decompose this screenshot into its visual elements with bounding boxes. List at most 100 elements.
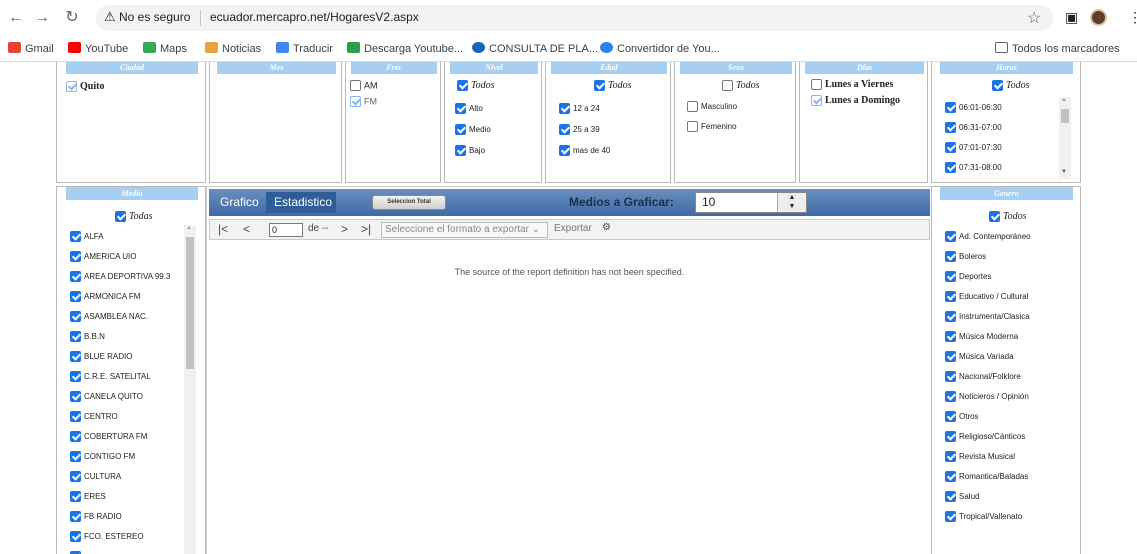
checkbox[interactable] [115, 211, 126, 223]
checkbox[interactable] [945, 391, 956, 402]
medio-item[interactable]: ERES [70, 491, 106, 502]
page-number-input[interactable]: 0 [269, 223, 303, 237]
genero-item[interactable]: Tropical/Vallenato [945, 511, 1022, 522]
checkbox[interactable] [350, 96, 361, 108]
refresh-icon[interactable]: ⚙ [602, 222, 611, 233]
medio-item[interactable]: CENTRO [70, 411, 118, 422]
genero-item[interactable]: Revista Musical [945, 451, 1015, 462]
medio-item[interactable]: ASAMBLEA NAC. [70, 311, 148, 322]
medio-item[interactable]: CANELA QUITO [70, 391, 143, 402]
scroll-up-icon[interactable]: ▲ [186, 225, 192, 231]
horas-item[interactable]: 07:01-07:30 [945, 142, 1002, 153]
forward-icon[interactable]: → [32, 8, 52, 28]
bookmark-star-icon[interactable]: ☆ [1027, 8, 1041, 28]
bookmark-traducir[interactable]: Traducir [276, 42, 333, 55]
edad-12-24[interactable]: 12 a 24 [559, 103, 600, 114]
sexo-todos[interactable]: Todos [722, 80, 760, 92]
checkbox[interactable] [945, 411, 956, 422]
medio-item[interactable]: CULTURA [70, 471, 121, 482]
checkbox[interactable] [457, 80, 468, 92]
reload-icon[interactable]: ↻ [62, 8, 82, 28]
checkbox[interactable] [811, 95, 822, 107]
medio-todas[interactable]: Todas [115, 211, 153, 223]
frec-am[interactable]: AM [350, 80, 378, 92]
scroll-thumb[interactable] [1061, 109, 1069, 123]
checkbox[interactable] [70, 391, 81, 402]
checkbox[interactable] [992, 80, 1003, 92]
edad-40-plus[interactable]: mas de 40 [559, 145, 610, 156]
last-page-icon[interactable]: >| [361, 222, 371, 236]
scroll-down-icon[interactable]: ▼ [1061, 169, 1067, 175]
checkbox[interactable] [945, 162, 956, 173]
url-text[interactable]: ecuador.mercapro.net/HogaresV2.aspx [210, 10, 419, 24]
checkbox[interactable] [945, 371, 956, 382]
checkbox[interactable] [945, 451, 956, 462]
scroll-thumb[interactable] [186, 237, 194, 369]
checkbox[interactable] [945, 142, 956, 153]
checkbox[interactable] [455, 124, 466, 135]
medio-item[interactable]: CONTIGO FM [70, 451, 135, 462]
profile-avatar[interactable] [1090, 9, 1107, 26]
checkbox[interactable] [945, 431, 956, 442]
medio-item[interactable]: C.R.E. SATELITAL [70, 371, 151, 382]
back-icon[interactable]: ← [6, 8, 26, 28]
bookmark-gmail[interactable]: Gmail [8, 42, 54, 55]
genero-item[interactable]: Noticieros / Opinión [945, 391, 1029, 402]
security-label[interactable]: No es seguro [119, 10, 190, 24]
medio-item[interactable]: FB RADIO [70, 511, 122, 522]
nivel-medio[interactable]: Medio [455, 124, 491, 135]
warning-icon[interactable]: ⚠ [104, 9, 116, 25]
checkbox[interactable] [559, 145, 570, 156]
frec-fm[interactable]: FM [350, 96, 377, 108]
checkbox[interactable] [70, 371, 81, 382]
checkbox[interactable] [70, 491, 81, 502]
genero-item[interactable]: Educativo / Cultural [945, 291, 1028, 302]
bookmark-descarga[interactable]: Descarga Youtube... [347, 42, 463, 55]
edad-todos[interactable]: Todos [594, 80, 632, 92]
genero-item[interactable]: Salud [945, 491, 979, 502]
checkbox[interactable] [945, 351, 956, 362]
tab-grafico[interactable]: Grafico [212, 192, 267, 213]
checkbox[interactable] [70, 451, 81, 462]
checkbox[interactable] [70, 431, 81, 442]
all-bookmarks[interactable]: Todos los marcadores [995, 42, 1120, 55]
genero-todos[interactable]: Todos [989, 211, 1027, 223]
checkbox[interactable] [559, 103, 570, 114]
medio-item[interactable]: ARMONICA FM [70, 291, 140, 302]
genero-item[interactable]: Deportes [945, 271, 991, 282]
scroll-up-icon[interactable]: ▲ [1061, 97, 1067, 103]
menu-icon[interactable]: ⋮ [1128, 9, 1137, 26]
genero-item[interactable]: Instrumenta/Clasica [945, 311, 1030, 322]
horas-item[interactable]: 07:31-08:00 [945, 162, 1002, 173]
checkbox[interactable] [945, 231, 956, 242]
checkbox[interactable] [687, 101, 698, 112]
checkbox[interactable] [70, 291, 81, 302]
next-page-icon[interactable]: > [341, 222, 348, 236]
genero-item[interactable]: Música Variada [945, 351, 1014, 362]
genero-item[interactable]: Nacional/Folklore [945, 371, 1021, 382]
medio-item[interactable]: AREA DEPORTIVA 99.3 [70, 271, 170, 282]
checkbox[interactable] [945, 511, 956, 522]
genero-item[interactable]: Ad. Contemporáneo [945, 231, 1031, 242]
checkbox[interactable] [945, 291, 956, 302]
bookmark-maps[interactable]: Maps [143, 42, 187, 55]
checkbox[interactable] [70, 471, 81, 482]
sexo-masculino[interactable]: Masculino [687, 101, 737, 112]
checkbox[interactable] [66, 81, 77, 93]
export-link[interactable]: Exportar [554, 223, 592, 234]
select-all-button[interactable]: Seleccion Total [372, 195, 446, 210]
checkbox[interactable] [70, 331, 81, 342]
horas-item[interactable]: 06:01-06:30 [945, 102, 1002, 113]
bookmark-convertidor[interactable]: Convertidor de You... [600, 42, 720, 55]
checkbox[interactable] [945, 271, 956, 282]
checkbox[interactable] [945, 251, 956, 262]
checkbox[interactable] [70, 311, 81, 322]
checkbox[interactable] [70, 271, 81, 282]
checkbox[interactable] [945, 122, 956, 133]
prev-page-icon[interactable]: < [243, 222, 250, 236]
nivel-todos[interactable]: Todos [457, 80, 495, 92]
checkbox[interactable] [594, 80, 605, 92]
checkbox[interactable] [559, 124, 570, 135]
horas-todos[interactable]: Todos [992, 80, 1030, 92]
checkbox[interactable] [350, 80, 361, 92]
